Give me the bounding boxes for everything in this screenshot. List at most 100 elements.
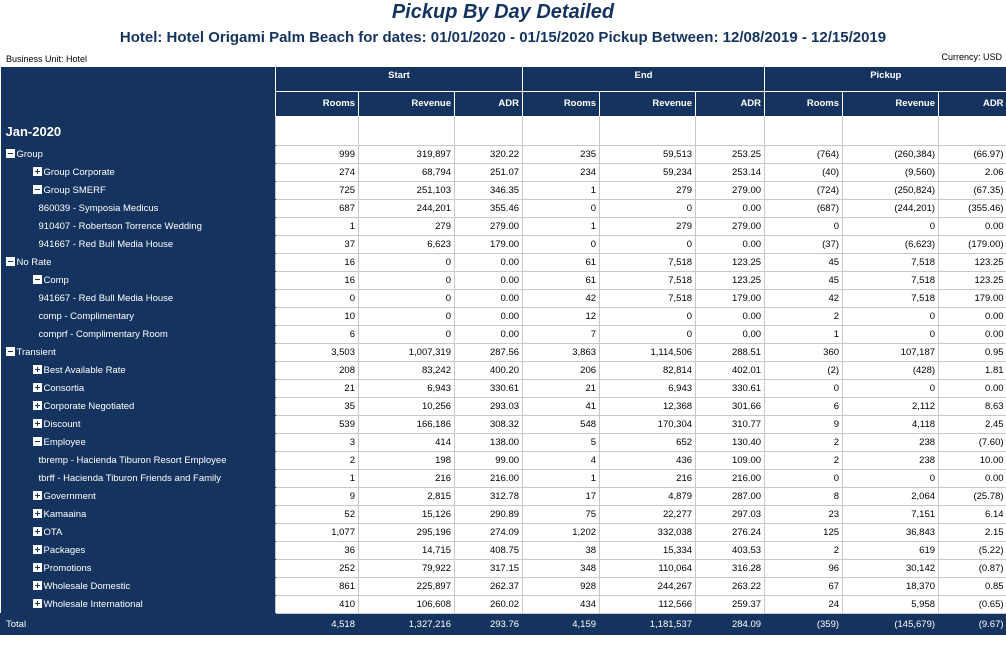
cell-value: 0.85 — [938, 577, 1006, 596]
report-title: Pickup By Day Detailed — [391, 1, 615, 23]
column-header-pickup-revenue[interactable]: Revenue — [842, 90, 939, 116]
expand-icon[interactable] — [32, 508, 42, 518]
cell-value: 0 — [275, 289, 359, 308]
cell-value: 7,518 — [842, 289, 939, 308]
table-row: comprf - Complimentary Room 6 0 0.00 7 0 0.00 1… — [0, 325, 1006, 344]
row-label-text: Group Corporate — [43, 166, 115, 178]
cell-value: 235 — [522, 145, 600, 164]
row-label[interactable]: Discount — [0, 415, 276, 434]
row-label[interactable]: Group SMERF — [0, 181, 276, 200]
expand-icon[interactable] — [32, 580, 42, 590]
collapse-icon[interactable] — [5, 346, 15, 356]
cell-value: 0.00 — [453, 289, 523, 308]
cell-value: 287.00 — [695, 487, 765, 506]
row-label[interactable]: Kamaaina — [0, 505, 276, 524]
total-value: (145,679) — [842, 613, 939, 635]
column-header-start-adr[interactable]: ADR — [453, 90, 523, 116]
table-row: No Rate 16 0 0.00 61 7,518 123.25 45 7,518 123.25 — [0, 253, 1006, 272]
expand-icon[interactable] — [32, 490, 42, 500]
column-header-end-adr[interactable]: ADR — [695, 90, 765, 116]
expand-icon[interactable] — [32, 544, 42, 554]
cell-value: 170,304 — [599, 415, 696, 434]
cell-value: 619 — [842, 541, 939, 560]
row-label[interactable]: Transient — [0, 343, 276, 362]
row-label: 941667 - Red Bull Media House — [0, 235, 276, 254]
table-row: Packages 36 14,715 408.75 38 15,334 403.53 2 619… — [0, 541, 1006, 560]
cell-value: (0.65) — [938, 595, 1006, 614]
cell-value: 6 — [764, 397, 843, 416]
row-label[interactable]: OTA — [0, 523, 276, 542]
expand-icon[interactable] — [32, 418, 42, 428]
row-label-text: Packages — [43, 544, 86, 556]
expand-icon[interactable] — [32, 562, 42, 572]
cell-value: 0 — [358, 271, 455, 290]
expand-icon[interactable] — [32, 598, 42, 608]
cell-value: 290.89 — [453, 505, 523, 524]
total-value: (359) — [764, 613, 843, 635]
cell-value: 408.75 — [453, 541, 523, 560]
expand-icon[interactable] — [32, 382, 42, 392]
cell-value: 260.02 — [453, 595, 523, 614]
row-label-text: Kamaaina — [43, 508, 87, 520]
column-header-end-revenue[interactable]: Revenue — [599, 90, 696, 116]
collapse-icon[interactable] — [32, 184, 42, 194]
cell-value: 3 — [275, 433, 359, 452]
cell-value: 308.32 — [453, 415, 523, 434]
cell-value: 244,267 — [599, 577, 696, 596]
cell-value: (66.97) — [938, 145, 1006, 164]
cell-value: 12,368 — [599, 397, 696, 416]
cell-value: 251,103 — [358, 181, 455, 200]
collapse-icon[interactable] — [32, 274, 42, 284]
cell-value: 7,151 — [842, 505, 939, 524]
row-label[interactable]: Comp — [0, 271, 276, 290]
column-group-pickup: Pickup — [764, 67, 1006, 91]
cell-value: 52 — [275, 505, 359, 524]
row-label[interactable]: Consortia — [0, 379, 276, 398]
collapse-icon[interactable] — [5, 148, 15, 158]
cell-value: 0 — [358, 253, 455, 272]
column-header-start-revenue[interactable]: Revenue — [358, 90, 455, 116]
cell-value: 30,142 — [842, 559, 939, 578]
cell-value: 279 — [599, 181, 696, 200]
cell-value: 234 — [522, 163, 600, 182]
column-header-start-rooms[interactable]: Rooms — [275, 90, 359, 116]
row-label-text: Group SMERF — [43, 184, 106, 196]
row-label[interactable]: Wholesale International — [0, 595, 276, 614]
cell-value: 198 — [358, 451, 455, 470]
column-header-end-rooms[interactable]: Rooms — [522, 90, 600, 116]
cell-value: 0 — [842, 325, 939, 344]
row-label[interactable]: Employee — [0, 433, 276, 452]
row-label: 941667 - Red Bull Media House — [0, 289, 276, 308]
expand-icon[interactable] — [32, 364, 42, 374]
table-row: Promotions 252 79,922 317.15 348 110,064 316.2… — [0, 559, 1006, 578]
collapse-icon[interactable] — [32, 436, 42, 446]
row-label-text: Government — [43, 490, 96, 502]
expand-icon[interactable] — [32, 166, 42, 176]
row-label[interactable]: Corporate Negotiated — [0, 397, 276, 416]
row-label[interactable]: Best Available Rate — [0, 361, 276, 380]
cell-value: 928 — [522, 577, 600, 596]
row-label[interactable]: Group Corporate — [0, 163, 276, 182]
row-label[interactable]: Wholesale Domestic — [0, 577, 276, 596]
cell-value: 10,256 — [358, 397, 455, 416]
row-label[interactable]: Promotions — [0, 559, 276, 578]
cell-value: 110,064 — [599, 559, 696, 578]
column-header-pickup-adr[interactable]: ADR — [938, 90, 1006, 116]
row-label[interactable]: Group — [0, 145, 276, 164]
column-header-pickup-rooms[interactable]: Rooms — [764, 90, 843, 116]
table-row: Employee 3 414 138.00 5 652 130.40 2 238 (7.60) — [0, 433, 1006, 452]
table-row: Wholesale Domestic 861 225,897 262.37 928 244… — [0, 577, 1006, 596]
expand-icon[interactable] — [32, 400, 42, 410]
cell-value: 45 — [764, 253, 843, 272]
row-label[interactable]: No Rate — [0, 253, 276, 272]
row-label[interactable]: Packages — [0, 541, 276, 560]
collapse-icon[interactable] — [5, 256, 15, 266]
cell-value: 2,064 — [842, 487, 939, 506]
cell-value: 539 — [275, 415, 359, 434]
row-label[interactable]: Government — [0, 487, 276, 506]
cell-value: 16 — [275, 253, 359, 272]
cell-value: 0.00 — [695, 325, 765, 344]
expand-icon[interactable] — [32, 526, 42, 536]
table-row: tbremp - Hacienda Tiburon Resort Employe… — [0, 451, 1006, 470]
cell-value: 6,943 — [358, 379, 455, 398]
